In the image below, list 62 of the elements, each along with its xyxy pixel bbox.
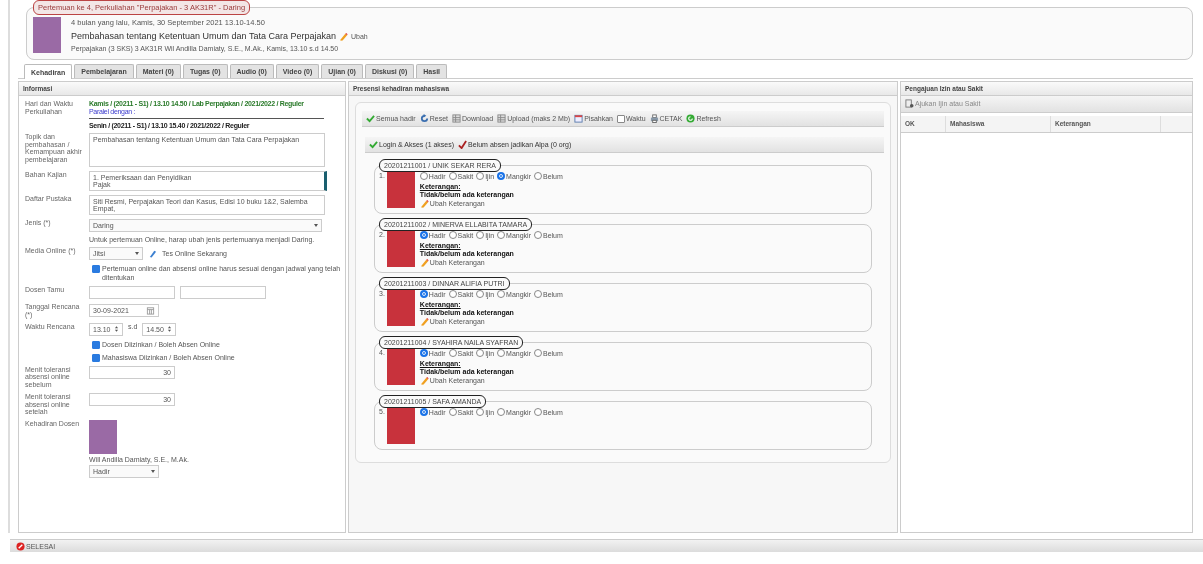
checkmark-icon[interactable] — [458, 140, 468, 149]
radio-button[interactable] — [534, 349, 542, 357]
meeting-topic: Pembahasan tentang Ketentuan Umum dan Tata Cara Perpajakan — [71, 31, 336, 41]
radio-button[interactable] — [497, 290, 506, 298]
checkbox[interactable] — [616, 115, 625, 123]
table-icon[interactable] — [452, 114, 461, 123]
radio-button[interactable] — [419, 172, 428, 180]
pencil-icon[interactable] — [419, 317, 429, 326]
photo-placeholder — [89, 419, 117, 454]
spinner-icon[interactable] — [114, 325, 119, 334]
photo-placeholder — [386, 172, 415, 208]
radio-button[interactable] — [419, 349, 428, 357]
radio-button[interactable] — [534, 172, 542, 180]
photo-placeholder — [386, 231, 415, 267]
radio-button[interactable] — [419, 408, 428, 416]
guest-field[interactable] — [89, 286, 175, 300]
printer-icon[interactable] — [649, 114, 659, 123]
radio-button[interactable] — [497, 231, 506, 239]
photo-placeholder — [33, 17, 61, 53]
pen-icon — [148, 249, 157, 258]
table-icon[interactable] — [497, 114, 507, 123]
document-icon — [905, 99, 914, 108]
radio-button[interactable] — [448, 231, 457, 239]
photo-placeholder — [386, 349, 415, 385]
caret-icon — [151, 469, 155, 473]
pencil-icon[interactable] — [339, 31, 348, 41]
checkbox[interactable] — [92, 340, 100, 349]
radio-button[interactable] — [476, 349, 485, 357]
radio-button[interactable] — [448, 349, 457, 357]
checkbox[interactable] — [92, 353, 100, 362]
pencil-icon[interactable] — [419, 199, 429, 208]
reset-icon[interactable] — [419, 114, 429, 123]
checkbox[interactable] — [92, 265, 100, 273]
calendar-icon[interactable] — [574, 114, 584, 123]
radio-button[interactable] — [419, 231, 428, 239]
radio-button[interactable] — [497, 408, 506, 416]
radio-button[interactable] — [534, 408, 542, 416]
photo-placeholder — [386, 290, 415, 326]
pencil-icon[interactable] — [419, 258, 429, 267]
radio-button[interactable] — [476, 290, 485, 298]
spinner-icon[interactable] — [167, 325, 173, 334]
radio-button[interactable] — [497, 349, 506, 357]
calendar-icon[interactable] — [146, 306, 155, 316]
photo-placeholder — [386, 408, 415, 444]
stop-icon[interactable] — [16, 541, 25, 551]
refresh-icon[interactable] — [686, 114, 696, 123]
guest-field[interactable] — [180, 286, 266, 300]
check-icon[interactable] — [366, 114, 375, 123]
caret-icon — [314, 224, 318, 227]
caret-icon — [135, 252, 139, 255]
radio-button[interactable] — [497, 172, 506, 180]
check-icon[interactable] — [369, 140, 378, 149]
radio-button[interactable] — [419, 290, 428, 298]
radio-button[interactable] — [448, 290, 457, 298]
radio-button[interactable] — [476, 172, 485, 180]
radio-button[interactable] — [448, 172, 457, 180]
pencil-icon[interactable] — [419, 376, 429, 385]
radio-button[interactable] — [534, 290, 542, 298]
radio-button[interactable] — [534, 231, 542, 239]
radio-button[interactable] — [448, 408, 457, 416]
radio-button[interactable] — [476, 408, 485, 416]
radio-button[interactable] — [476, 231, 485, 239]
